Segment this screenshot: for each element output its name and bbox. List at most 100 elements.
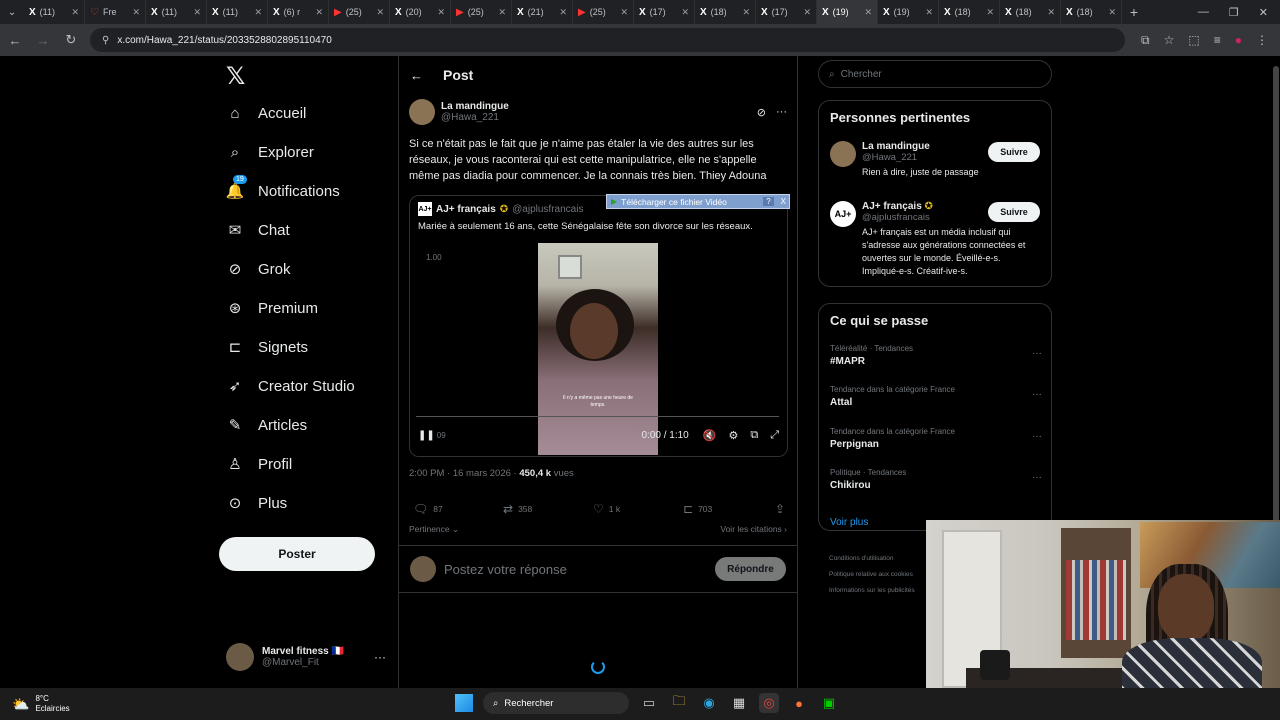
browser-menu-icon[interactable]: ⋮: [1256, 33, 1268, 48]
account-switcher[interactable]: Marvel fitness 🇫🇷 @Marvel_Fit ···: [226, 643, 386, 671]
more-icon[interactable]: ···: [374, 650, 386, 664]
trend-item[interactable]: Téléréalité · Tendances #MAPR ···: [830, 344, 1042, 367]
nav-item-creator-studio[interactable]: ➶ Creator Studio: [226, 377, 355, 396]
browser-tab[interactable]: X (11) ✕: [24, 0, 85, 24]
minimize-button[interactable]: —: [1198, 6, 1209, 19]
see-more-link[interactable]: Voir plus: [830, 517, 868, 528]
firefox-icon[interactable]: ●: [789, 693, 809, 713]
browser-tab[interactable]: ▶ (25) ✕: [329, 0, 390, 24]
browser-tab[interactable]: X (6) r ✕: [268, 0, 329, 24]
browser-tab[interactable]: X (17) ✕: [634, 0, 695, 24]
tab-search-menu[interactable]: ⌄: [0, 0, 24, 24]
browser-tab[interactable]: ▶ (25) ✕: [573, 0, 634, 24]
person-item[interactable]: AJ+ AJ+ français ✪ @ajplusfrancais AJ+ f…: [830, 201, 1042, 281]
nav-item-chat[interactable]: ✉ Chat: [226, 221, 290, 240]
nav-item-signets[interactable]: ⊏ Signets: [226, 338, 308, 357]
browser-tab[interactable]: ♡ Fre ✕: [85, 0, 146, 24]
trend-item[interactable]: Tendance dans la catégorie France Perpig…: [830, 427, 1042, 450]
store-icon[interactable]: ▦: [729, 693, 749, 713]
close-tab-icon[interactable]: ✕: [986, 7, 994, 18]
maximize-button[interactable]: ❐: [1229, 6, 1239, 19]
nav-item-plus[interactable]: ⊙ Plus: [226, 494, 287, 513]
search-input[interactable]: ⌕ Chercher: [818, 60, 1052, 88]
reply-action[interactable]: 🗨 87: [413, 502, 503, 516]
video-download-bar[interactable]: ▶ Télécharger ce fichier Vidéo ? X: [606, 194, 790, 209]
close-tab-icon[interactable]: ✕: [315, 7, 323, 18]
close-tab-icon[interactable]: ✕: [681, 7, 689, 18]
pip-icon[interactable]: ⧉: [750, 429, 758, 442]
author-name[interactable]: La mandingue: [441, 101, 509, 112]
browser-tab[interactable]: X (11) ✕: [207, 0, 268, 24]
browser-tab[interactable]: X (21) ✕: [512, 0, 573, 24]
new-tab-button[interactable]: +: [1122, 4, 1146, 20]
view-quotes-link[interactable]: Voir les citations ›: [720, 524, 787, 535]
video-progress-bar[interactable]: [416, 416, 779, 417]
download-help-button[interactable]: ?: [763, 197, 774, 206]
media-icon[interactable]: ≡: [1214, 33, 1221, 48]
share-action[interactable]: ⇪: [775, 502, 785, 516]
close-tab-icon[interactable]: ✕: [498, 7, 506, 18]
install-app-icon[interactable]: ⧉: [1141, 33, 1150, 48]
browser-tab[interactable]: ▶ (25) ✕: [451, 0, 512, 24]
close-tab-icon[interactable]: ✕: [1108, 7, 1116, 18]
close-window-button[interactable]: ✕: [1259, 6, 1268, 19]
fullscreen-icon[interactable]: ⤢: [770, 429, 779, 442]
task-view-icon[interactable]: ▭: [639, 693, 659, 713]
grok-icon[interactable]: ⊘: [757, 106, 766, 119]
close-tab-icon[interactable]: ✕: [1047, 7, 1055, 18]
close-tab-icon[interactable]: ✕: [620, 7, 628, 18]
browser-tab[interactable]: X (11) ✕: [146, 0, 207, 24]
forward-button[interactable]: →: [34, 33, 52, 48]
reply-button[interactable]: Répondre: [715, 557, 786, 581]
url-field[interactable]: ⚲ x.com/Hawa_221/status/2033528802895110…: [90, 28, 1126, 52]
repost-action[interactable]: ⇄ 358: [503, 502, 593, 516]
profile-icon[interactable]: ●: [1235, 33, 1242, 48]
browser-tab[interactable]: X (18) ✕: [695, 0, 756, 24]
nav-item-articles[interactable]: ✎ Articles: [226, 416, 307, 435]
nav-item-explorer[interactable]: ⌕ Explorer: [226, 143, 314, 161]
download-close-button[interactable]: X: [778, 197, 789, 206]
close-tab-icon[interactable]: ✕: [132, 7, 140, 18]
site-info-icon[interactable]: ⚲: [102, 35, 109, 46]
close-tab-icon[interactable]: ✕: [742, 7, 750, 18]
video-player[interactable]: 1.00 Il n'y a même pas une heure de temp…: [410, 240, 787, 456]
browser-tab[interactable]: X (19) ✕: [878, 0, 939, 24]
nav-item-accueil[interactable]: ⌂ Accueil: [226, 104, 306, 122]
windows-start-icon[interactable]: [455, 694, 473, 712]
extensions-icon[interactable]: ⬚: [1188, 33, 1199, 48]
pause-icon[interactable]: ❚❚: [418, 430, 435, 441]
browser-tab[interactable]: X (20) ✕: [390, 0, 451, 24]
footer-link[interactable]: Politique relative aux cookies: [829, 567, 915, 583]
browser-tab[interactable]: X (18) ✕: [939, 0, 1000, 24]
nav-item-notifications[interactable]: 🔔 19 Notifications: [226, 175, 340, 200]
author-avatar[interactable]: [409, 99, 435, 125]
file-explorer-icon[interactable]: 🗀: [669, 693, 689, 713]
close-tab-icon[interactable]: ✕: [71, 7, 79, 18]
follow-button[interactable]: Suivre: [988, 142, 1040, 162]
nav-item-profil[interactable]: ♙ Profil: [226, 455, 292, 474]
post-button[interactable]: Poster: [219, 537, 375, 571]
quoted-post[interactable]: AJ+ AJ+ français ✪ @ajplusfrancais Marié…: [409, 195, 788, 457]
edge-icon[interactable]: ◉: [699, 693, 719, 713]
more-icon[interactable]: ···: [776, 106, 787, 119]
app-green-icon[interactable]: ▣: [819, 693, 839, 713]
more-icon[interactable]: ···: [1032, 389, 1042, 400]
browser-tab[interactable]: X (17) ✕: [756, 0, 817, 24]
settings-icon[interactable]: ⚙: [728, 429, 738, 442]
x-logo-icon[interactable]: 𝕏: [226, 62, 245, 91]
close-tab-icon[interactable]: ✕: [559, 7, 567, 18]
more-icon[interactable]: ···: [1032, 472, 1042, 483]
like-action[interactable]: ♡ 1 k: [593, 502, 683, 516]
person-item[interactable]: La mandingue @Hawa_221 Rien à dire, just…: [830, 141, 1042, 181]
weather-widget[interactable]: ⛅ 8°C Eclaircies: [0, 694, 200, 714]
close-tab-icon[interactable]: ✕: [254, 7, 262, 18]
footer-link[interactable]: Informations sur les publicités: [829, 583, 915, 599]
footer-link[interactable]: Conditions d'utilisation: [829, 551, 915, 567]
browser-tab[interactable]: X (18) ✕: [1000, 0, 1061, 24]
close-tab-icon[interactable]: ✕: [925, 7, 933, 18]
chrome-icon[interactable]: ◎: [759, 693, 779, 713]
nav-item-grok[interactable]: ⊘ Grok: [226, 260, 291, 279]
close-tab-icon[interactable]: ✕: [864, 7, 872, 18]
browser-tab[interactable]: X (19) ✕: [817, 0, 878, 24]
post-timestamp[interactable]: 2:00 PM · 16 mars 2026 ·: [409, 468, 519, 479]
